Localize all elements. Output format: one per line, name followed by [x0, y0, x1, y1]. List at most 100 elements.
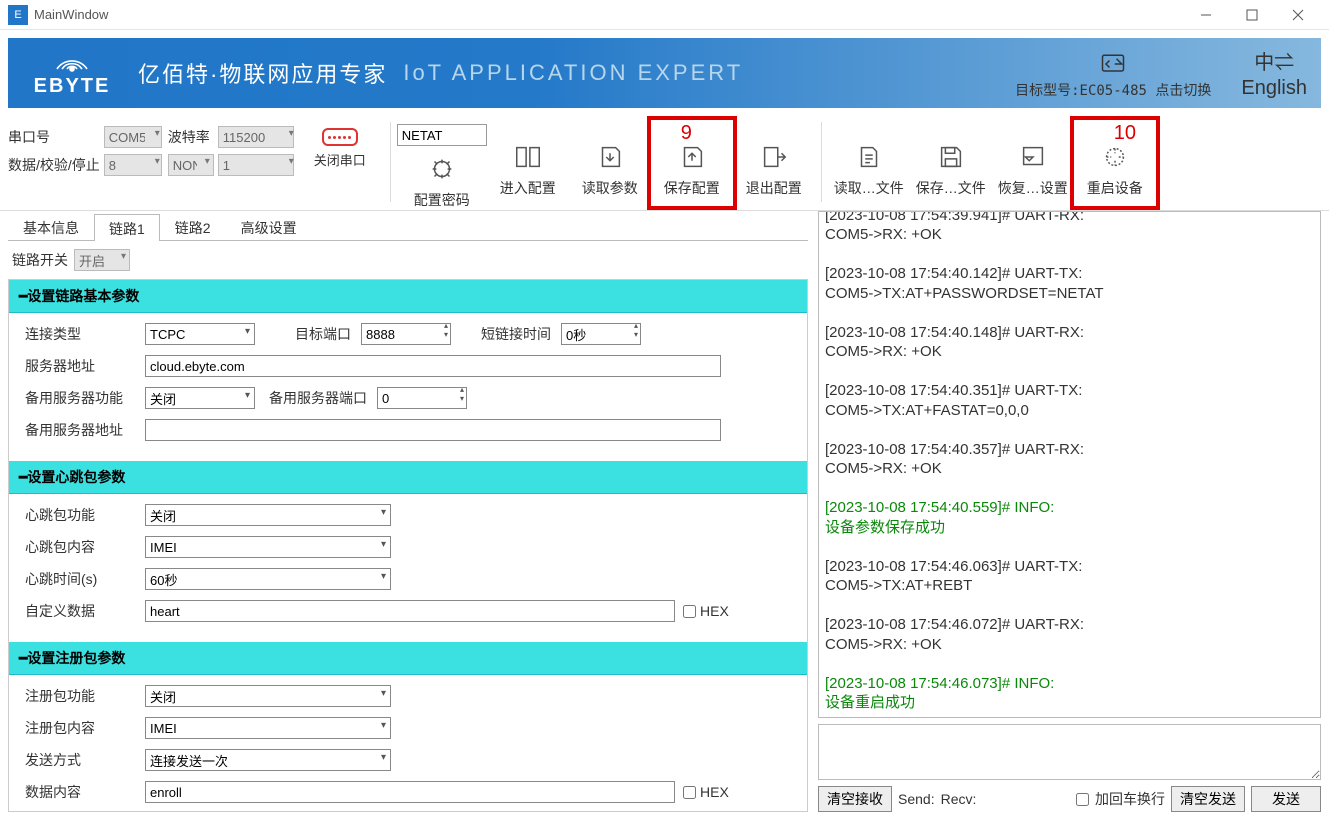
log-line: COM5->TX:AT+REBT	[825, 576, 1314, 596]
link-switch-select[interactable]	[74, 249, 130, 271]
custom-input[interactable]	[145, 600, 675, 622]
clear-rx-button[interactable]: 清空接收	[818, 786, 892, 812]
hb-time-label: 心跳时间(s)	[25, 569, 145, 589]
minimize-button[interactable]	[1183, 0, 1229, 30]
section-basic: 设置链路基本参数	[9, 280, 807, 313]
hb-content-select[interactable]	[145, 536, 391, 558]
send-mode-select[interactable]	[145, 749, 391, 771]
log-line	[825, 654, 1314, 674]
bak-port-label: 备用服务器端口	[269, 388, 367, 408]
log-line: COM5->RX: +OK	[825, 635, 1314, 655]
log-line: [2023-10-08 17:54:46.072]# UART-RX:	[825, 615, 1314, 635]
conn-type-label: 连接类型	[25, 324, 145, 344]
reg-func-select[interactable]	[145, 685, 391, 707]
save-config-button[interactable]: 9 保存配置	[651, 122, 733, 202]
config-password-button[interactable]: 配置密码	[414, 154, 470, 214]
close-button[interactable]	[1275, 0, 1321, 30]
hex-checkbox[interactable]	[683, 605, 696, 618]
toolbar: 串口号 波特率 数据/校验/停止 关闭串口 配置密码 进入配置 读取参数 9 保…	[0, 116, 1329, 211]
tab-link1[interactable]: 链路1	[94, 214, 160, 241]
reboot-button[interactable]: 10 重启设备	[1074, 122, 1156, 202]
bak-port-input[interactable]	[377, 387, 467, 409]
exit-config-button[interactable]: 退出配置	[733, 122, 815, 202]
send-button[interactable]: 发送	[1251, 786, 1321, 812]
read-file-button[interactable]: 读取…文件	[828, 122, 910, 202]
short-time-label: 短链接时间	[481, 324, 551, 344]
slogan-en: IoT APPLICATION EXPERT	[403, 60, 743, 86]
log-line	[825, 479, 1314, 499]
frame-label: 数据/校验/停止	[8, 155, 100, 175]
log-line: 设备重启成功	[825, 693, 1314, 713]
bak-func-select[interactable]	[145, 387, 255, 409]
tab-basic[interactable]: 基本信息	[8, 213, 94, 240]
section-register: 设置注册包参数	[9, 642, 807, 675]
hex-checkbox-2[interactable]	[683, 786, 696, 799]
slogan-cn: 亿佰特·物联网应用专家	[138, 57, 387, 89]
language-button[interactable]: 中⇌ English	[1241, 46, 1307, 100]
titlebar: E MainWindow	[0, 0, 1329, 30]
marker-10: 10	[1114, 122, 1136, 145]
log-line: COM5->RX: +OK	[825, 342, 1314, 362]
save-file-button[interactable]: 保存…文件	[910, 122, 992, 202]
hb-time-select[interactable]	[145, 568, 391, 590]
section-heartbeat: 设置心跳包参数	[9, 461, 807, 494]
maximize-button[interactable]	[1229, 0, 1275, 30]
baud-label: 波特率	[168, 127, 214, 147]
log-panel[interactable]: [2023-10-08 17:54:39.935]# UART-TX:COM5-…	[818, 211, 1321, 718]
crlf-label: 加回车换行	[1095, 789, 1165, 809]
log-line: COM5->TX:AT+FASTAT=0,0,0	[825, 401, 1314, 421]
tab-advanced[interactable]: 高级设置	[226, 213, 312, 240]
short-time-input[interactable]	[561, 323, 641, 345]
close-port-button[interactable]: 关闭串口	[314, 128, 366, 169]
reg-content-label: 注册包内容	[25, 718, 145, 738]
parity-select[interactable]	[168, 154, 214, 176]
clear-tx-button[interactable]: 清空发送	[1171, 786, 1245, 812]
data-content-input[interactable]	[145, 781, 675, 803]
hb-func-select[interactable]	[145, 504, 391, 526]
target-model-button[interactable]: 目标型号:EC05-485 点击切换	[1015, 50, 1211, 100]
marker-9: 9	[681, 122, 692, 145]
log-line: [2023-10-08 17:54:39.941]# UART-RX:	[825, 211, 1314, 225]
tab-link2[interactable]: 链路2	[160, 213, 226, 240]
data-content-label: 数据内容	[25, 782, 145, 802]
log-line: COM5->RX: +OK	[825, 459, 1314, 479]
config-password-input[interactable]	[397, 124, 487, 146]
tabbar: 基本信息 链路1 链路2 高级设置	[8, 213, 808, 241]
serial-port-icon	[322, 128, 358, 146]
log-line	[825, 303, 1314, 323]
log-line	[825, 537, 1314, 557]
logo: EBYTE	[12, 45, 132, 101]
recv-count-label: Recv:	[941, 791, 977, 807]
server-label: 服务器地址	[25, 356, 145, 376]
header: EBYTE 亿佰特·物联网应用专家 IoT APPLICATION EXPERT…	[8, 38, 1321, 108]
reg-func-label: 注册包功能	[25, 686, 145, 706]
port-select[interactable]	[104, 126, 162, 148]
log-line	[825, 420, 1314, 440]
target-port-input[interactable]	[361, 323, 451, 345]
server-input[interactable]	[145, 355, 721, 377]
send-textarea[interactable]	[818, 724, 1321, 780]
stopbits-select[interactable]	[218, 154, 294, 176]
baud-select[interactable]	[218, 126, 294, 148]
read-params-button[interactable]: 读取参数	[569, 122, 651, 202]
crlf-checkbox[interactable]	[1076, 793, 1089, 806]
bak-func-label: 备用服务器功能	[25, 388, 145, 408]
databits-select[interactable]	[104, 154, 162, 176]
log-line: COM5->RX: +OK	[825, 225, 1314, 245]
log-line: [2023-10-08 17:54:40.142]# UART-TX:	[825, 264, 1314, 284]
enter-config-button[interactable]: 进入配置	[487, 122, 569, 202]
restore-button[interactable]: 恢复…设置	[992, 122, 1074, 202]
log-line	[825, 596, 1314, 616]
send-mode-label: 发送方式	[25, 750, 145, 770]
conn-type-select[interactable]	[145, 323, 255, 345]
reg-content-select[interactable]	[145, 717, 391, 739]
hex-label: HEX	[700, 603, 729, 619]
bak-addr-input[interactable]	[145, 419, 721, 441]
log-line: [2023-10-08 17:54:46.063]# UART-TX:	[825, 557, 1314, 577]
target-port-label: 目标端口	[295, 324, 351, 344]
log-line: [2023-10-08 17:54:40.357]# UART-RX:	[825, 440, 1314, 460]
form-scroll[interactable]: 设置链路基本参数 连接类型 目标端口 短链接时间 服务器地址 备用服务器功能	[8, 279, 808, 812]
port-label: 串口号	[8, 127, 100, 147]
bak-addr-label: 备用服务器地址	[25, 420, 145, 440]
hex-label-2: HEX	[700, 784, 729, 800]
